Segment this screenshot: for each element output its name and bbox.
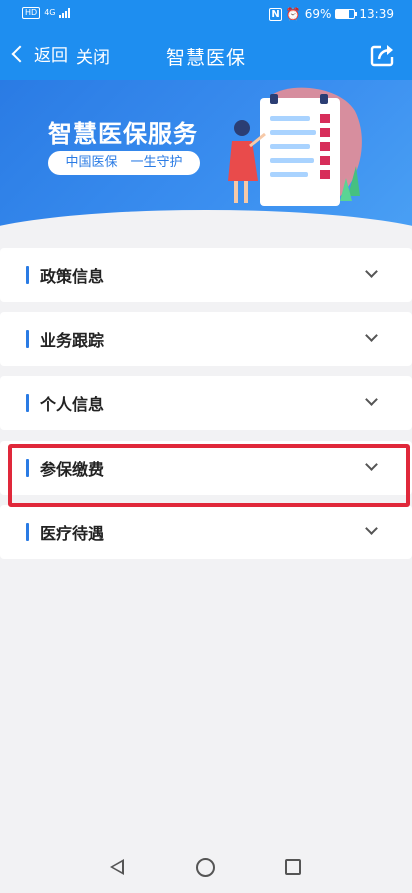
network-type: 4G	[44, 8, 56, 17]
menu-item-personal-info[interactable]: 个人信息	[0, 376, 412, 430]
chevron-down-icon	[365, 522, 378, 535]
accent-bar	[26, 330, 29, 348]
back-triangle-icon[interactable]	[110, 859, 124, 875]
home-circle-icon[interactable]	[196, 858, 215, 877]
clock: 13:39	[359, 7, 394, 21]
battery-icon	[335, 9, 358, 19]
menu-item-insurance-payment[interactable]: 参保缴费	[0, 441, 412, 495]
chevron-down-icon	[365, 265, 378, 278]
battery-percent: 69%	[304, 7, 332, 21]
accent-bar	[26, 523, 29, 541]
share-icon[interactable]	[370, 43, 396, 67]
banner-title: 智慧医保服务	[48, 120, 198, 148]
menu-item-label: 业务跟踪	[40, 331, 105, 350]
status-right: N ⏰ 69% 13:39	[269, 7, 394, 21]
menu-item-label: 医疗待遇	[40, 524, 105, 543]
page-title: 智慧医保	[165, 47, 246, 69]
nfc-icon: N	[269, 7, 282, 21]
accent-bar	[26, 394, 29, 412]
alarm-icon: ⏰	[285, 7, 301, 21]
menu-item-business-tracking[interactable]: 业务跟踪	[0, 312, 412, 366]
chevron-down-icon	[365, 329, 378, 342]
menu-item-medical-benefits[interactable]: 医疗待遇	[0, 505, 412, 559]
menu-item-policy-info[interactable]: 政策信息	[0, 248, 412, 302]
chevron-down-icon	[365, 458, 378, 471]
menu-item-label: 参保缴费	[40, 460, 105, 479]
accent-bar	[26, 459, 29, 477]
chevron-down-icon	[365, 393, 378, 406]
hd-icon: HD	[22, 7, 41, 19]
banner: 智慧医保服务 中国医保 一生守护	[0, 80, 412, 240]
battery-fill	[336, 10, 349, 18]
signal-icon	[59, 8, 71, 18]
menu-item-label: 政策信息	[40, 267, 105, 286]
status-left: HD 4G	[22, 7, 71, 19]
nav-bar: 返回 关闭 智慧医保	[0, 30, 412, 80]
recent-square-icon[interactable]	[285, 859, 301, 875]
menu-item-label: 个人信息	[40, 395, 105, 414]
banner-subtitle: 中国医保 一生守护	[48, 151, 200, 175]
checklist-illustration	[228, 87, 362, 206]
status-bar: HD 4G N ⏰ 69% 13:39	[0, 0, 412, 30]
system-nav-bar	[0, 843, 412, 893]
accent-bar	[26, 266, 29, 284]
